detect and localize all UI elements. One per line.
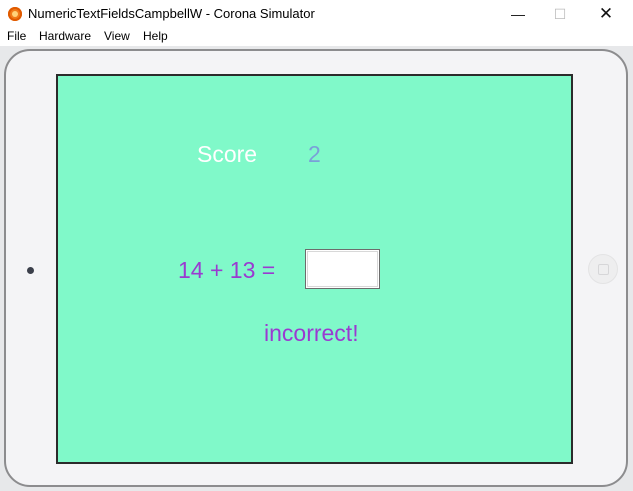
- maximize-button[interactable]: ☐: [537, 0, 583, 28]
- answer-input[interactable]: [305, 249, 380, 289]
- score-label: Score: [197, 141, 258, 167]
- menu-view[interactable]: View: [104, 29, 130, 43]
- feedback-message: incorrect!: [264, 320, 359, 346]
- camera-dot-icon: [27, 267, 34, 274]
- score-value: 2: [308, 141, 321, 167]
- corona-app-icon: [8, 7, 22, 21]
- menu-help[interactable]: Help: [143, 29, 168, 43]
- home-button-icon[interactable]: [588, 254, 618, 284]
- math-question: 14 + 13 =: [178, 257, 276, 283]
- menu-hardware[interactable]: Hardware: [39, 29, 91, 43]
- minimize-button[interactable]: —: [495, 0, 541, 28]
- menu-file[interactable]: File: [7, 29, 26, 43]
- window-title: NumericTextFieldsCampbellW - Corona Simu…: [28, 6, 315, 21]
- title-bar: NumericTextFieldsCampbellW - Corona Simu…: [0, 0, 633, 28]
- close-button[interactable]: ✕: [583, 0, 629, 28]
- menu-bar: File Hardware View Help: [0, 28, 633, 46]
